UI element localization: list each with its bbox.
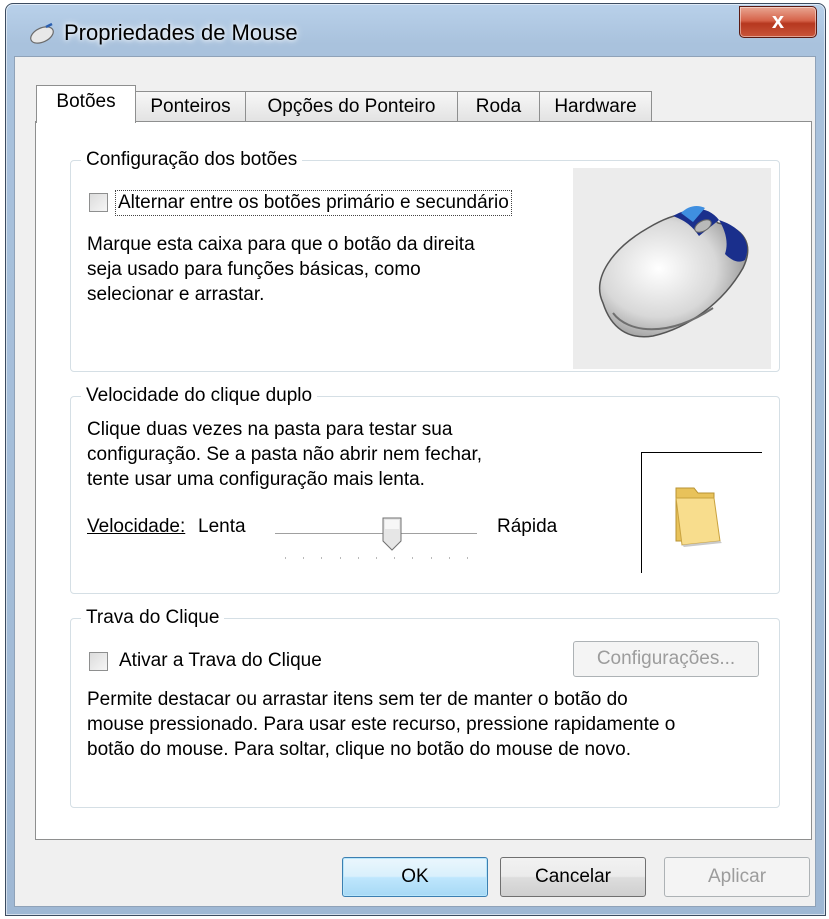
tab-label: Hardware [554,96,637,117]
double-click-group-label: Velocidade do clique duplo [81,384,318,408]
click-lock-description: Permite destacar ou arrastar itens sem t… [87,687,675,762]
double-click-description: Clique duas vezes na pasta para testar s… [87,417,482,492]
tab-ponteiros[interactable]: Ponteiros [135,91,246,122]
slider-tick [339,557,341,559]
apply-button[interactable]: Aplicar [664,857,810,897]
description-line: Permite destacar ou arrastar itens sem t… [87,689,628,710]
slider-tick [357,557,359,559]
close-icon: x [771,8,785,33]
title-bar[interactable]: Propriedades de Mouse x [6,4,825,58]
description-line: botão do mouse. Para soltar, clique no b… [87,739,631,760]
description-line: configuração. Se a pasta não abrir nem f… [87,444,483,465]
description-line: selecionar e arrastar. [87,284,265,305]
click-lock-group: Trava do Clique Ativar a Trava do Clique… [70,606,780,808]
cancel-button[interactable]: Cancelar [500,857,646,897]
speed-slider-track[interactable] [275,533,477,535]
window-title: Propriedades de Mouse [64,20,298,45]
click-lock-checkbox[interactable] [89,652,108,671]
tab-label: Ponteiros [150,96,231,117]
click-lock-label[interactable]: Ativar a Trava do Clique [119,649,322,673]
tab-botoes[interactable]: Botões [36,85,136,123]
button-config-group-label: Configuração dos botões [81,148,303,172]
tab-label: Opções do Ponteiro [267,96,436,117]
slider-tick [412,557,414,559]
slider-tick [394,557,396,559]
slider-tick [321,557,323,559]
folder-icon [675,487,722,547]
speed-slider-thumb[interactable] [382,517,402,551]
double-click-speed-group: Velocidade do clique duplo Clique duas v… [70,384,780,594]
slow-label: Lenta [198,516,246,537]
tab-hardware[interactable]: Hardware [539,91,652,122]
tab-label: Botões [56,91,116,112]
speed-label-text: Velocidade: [87,516,186,537]
close-button[interactable]: x [739,6,817,38]
mouse-app-icon [30,22,54,44]
mouse-illustration [598,205,749,338]
switch-buttons-checkbox[interactable] [89,193,108,212]
description-line: mouse pressionado. Para usar este recurs… [87,714,676,735]
description-line: Marque esta caixa para que o botão da di… [87,234,475,255]
slider-tick [285,557,286,559]
description-line: Clique duas vezes na pasta para testar s… [87,419,453,440]
test-folder-box[interactable] [641,452,762,573]
tab-roda[interactable]: Roda [457,91,540,122]
click-lock-group-label: Trava do Clique [81,606,225,630]
mouse-illustration-box [573,168,771,369]
description-line: seja usado para funções básicas, como [87,259,421,280]
button-config-description: Marque esta caixa para que o botão da di… [87,232,475,307]
click-lock-settings-button[interactable]: Configurações... [573,641,759,677]
slider-tick [376,557,377,559]
slider-tick [303,557,305,559]
slider-tick [467,557,468,559]
description-line: tente usar uma configuração mais lenta. [87,469,425,490]
tab-opcoes-do-ponteiro[interactable]: Opções do Ponteiro [245,91,458,122]
slider-tick [448,557,450,559]
tab-panel: Configuração dos botões Alternar entre o… [35,121,812,840]
slider-tick [430,557,432,559]
ok-button[interactable]: OK [342,857,488,897]
button-config-group: Configuração dos botões Alternar entre o… [70,148,780,372]
speed-label: Velocidade: [87,515,185,539]
tab-label: Roda [475,96,522,117]
switch-buttons-label[interactable]: Alternar entre os botões primário e secu… [115,190,512,216]
fast-label: Rápida [497,516,558,537]
